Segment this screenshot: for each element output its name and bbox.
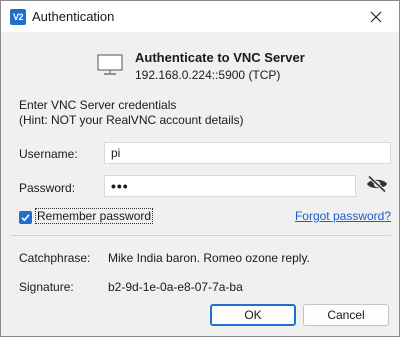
signature-label: Signature:	[19, 280, 74, 294]
monitor-icon	[97, 54, 123, 75]
check-icon	[21, 214, 30, 222]
password-label: Password:	[19, 181, 76, 195]
catchphrase-value: Mike India baron. Romeo ozone reply.	[108, 251, 310, 265]
username-label: Username:	[19, 147, 78, 161]
window-title: Authentication	[32, 9, 115, 24]
instructions-line-1: Enter VNC Server credentials	[19, 98, 177, 112]
catchphrase-label: Catchphrase:	[19, 251, 91, 265]
dialog-heading: Authenticate to VNC Server	[135, 50, 305, 65]
eye-slash-icon[interactable]	[366, 175, 388, 193]
username-field[interactable]: pi	[104, 142, 391, 164]
vnc-viewer-icon: V2	[10, 9, 26, 25]
instructions-line-2: (Hint: NOT your RealVNC account details)	[19, 113, 244, 127]
signature-value: b2-9d-1e-0a-e8-07-7a-ba	[108, 280, 243, 294]
remember-password-checkbox[interactable]	[19, 211, 32, 224]
ok-button[interactable]: OK	[210, 304, 296, 326]
password-field[interactable]: •••	[104, 175, 356, 197]
close-button[interactable]	[353, 1, 399, 32]
cancel-button[interactable]: Cancel	[303, 304, 389, 326]
forgot-password-link[interactable]: Forgot password?	[295, 209, 391, 223]
server-address: 192.168.0.224::5900 (TCP)	[135, 68, 281, 82]
close-icon	[370, 11, 382, 22]
dialog-content: Authenticate to VNC Server 192.168.0.224…	[1, 32, 399, 336]
divider	[11, 235, 391, 236]
instructions: Enter VNC Server credentials (Hint: NOT …	[19, 98, 244, 128]
remember-password-label[interactable]: Remember password	[34, 208, 154, 224]
authentication-dialog: V2 Authentication Authenticate to VNC Se…	[0, 0, 400, 337]
title-bar: V2 Authentication	[1, 1, 399, 32]
